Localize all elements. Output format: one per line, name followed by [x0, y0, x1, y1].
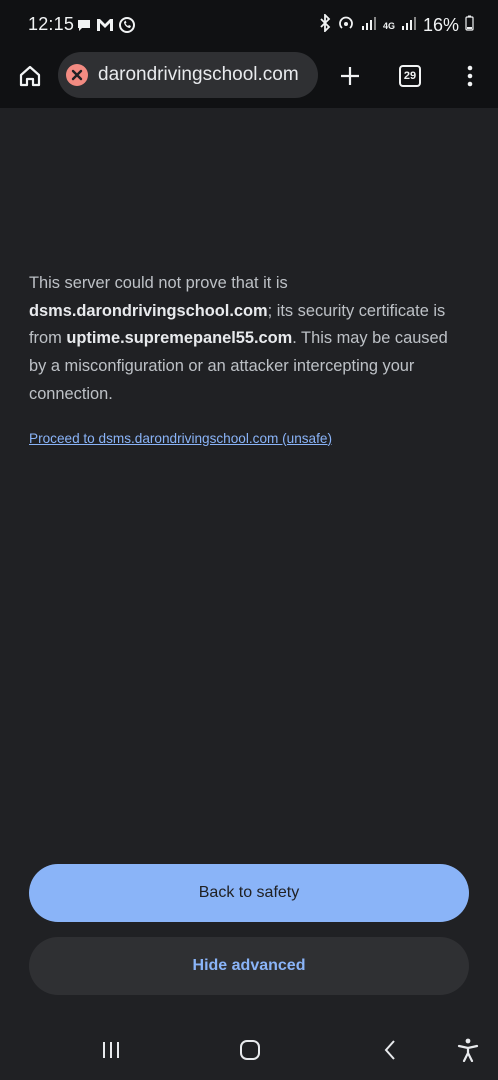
not-secure-icon[interactable] — [66, 64, 88, 86]
system-nav-bar — [0, 1020, 498, 1080]
bluetooth-icon — [319, 12, 331, 37]
hide-advanced-button[interactable]: Hide advanced — [29, 937, 469, 995]
home-button[interactable] — [10, 56, 50, 96]
hotspot-icon — [337, 14, 355, 37]
screen: 12:15 4G 16% darondrivingschool.com 29 T… — [0, 0, 498, 1080]
network-type-icon: 4G — [382, 20, 395, 31]
back-to-safety-button[interactable]: Back to safety — [29, 864, 469, 922]
proceed-unsafe-link[interactable]: Proceed to dsms.darondrivingschool.com (… — [29, 431, 332, 446]
overflow-menu-button[interactable] — [450, 56, 490, 96]
tab-switcher-button[interactable]: 29 — [390, 56, 430, 96]
more-vert-icon — [467, 65, 473, 87]
details-text: This server could not prove that it is d… — [29, 270, 469, 409]
gmail-icon — [96, 17, 114, 38]
chevron-left-icon — [384, 1040, 395, 1060]
system-status-icons: 4G 16% — [319, 12, 474, 37]
status-time: 12:15 — [28, 14, 75, 34]
accessibility-button[interactable] — [448, 1034, 488, 1066]
signal-icon — [361, 15, 377, 36]
accessibility-icon — [457, 1038, 479, 1062]
browser-toolbar: darondrivingschool.com 29 — [0, 50, 498, 108]
back-button[interactable] — [370, 1034, 410, 1066]
home-circle-icon — [240, 1040, 260, 1060]
site-domain: dsms.darondrivingschool.com — [29, 301, 268, 320]
omnibox[interactable]: darondrivingschool.com — [58, 52, 318, 98]
status-bar: 12:15 4G 16% — [0, 0, 498, 50]
recents-button[interactable] — [91, 1034, 131, 1066]
tab-count: 29 — [399, 65, 421, 87]
home-icon — [19, 65, 41, 87]
system-home-button[interactable] — [230, 1034, 270, 1066]
battery-percent: 16% — [422, 15, 459, 35]
certificate-domain: uptime.supremepanel55.com — [66, 329, 293, 348]
signal-icon-2 — [401, 15, 417, 36]
recents-icon — [103, 1042, 119, 1058]
whatsapp-icon — [118, 16, 136, 39]
interstitial-content: This server could not prove that it is d… — [29, 270, 469, 448]
chat-bubble-icon — [76, 17, 92, 38]
url-text[interactable]: darondrivingschool.com — [98, 64, 299, 86]
battery-icon — [465, 15, 474, 36]
notification-icons — [76, 16, 136, 39]
plus-icon — [341, 67, 359, 85]
new-tab-button[interactable] — [330, 56, 370, 96]
details-text-part1: This server could not prove that it is — [29, 274, 288, 292]
